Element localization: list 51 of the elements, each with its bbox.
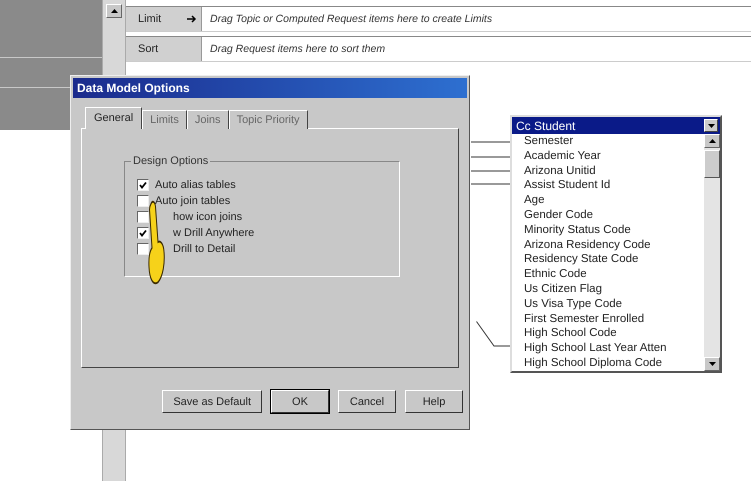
group-title: Design Options — [132, 155, 210, 167]
list-item[interactable]: High School Last Year Atten — [524, 341, 704, 356]
list-item[interactable]: Semester — [524, 134, 704, 149]
checkbox-label: how icon joins — [173, 210, 242, 222]
dropdown-arrow-icon — [708, 124, 714, 128]
dialog-button[interactable]: OK — [271, 390, 329, 413]
list-item[interactable]: High School Diploma Code — [524, 356, 704, 371]
connector-line — [476, 321, 510, 347]
checkbox[interactable] — [137, 242, 149, 254]
dialog-button[interactable]: Save as Default — [162, 390, 262, 413]
list-item[interactable]: Academic Year — [524, 148, 704, 164]
checkbox-label: Drill to Detail — [173, 242, 236, 254]
checkbox[interactable] — [137, 178, 149, 190]
list-item[interactable]: Age — [524, 193, 704, 208]
right-arrow-icon[interactable] — [187, 15, 197, 23]
list-item[interactable]: Arizona Residency Code — [524, 238, 704, 252]
row-label: Sort — [138, 43, 158, 55]
scroll-down-button[interactable] — [704, 357, 720, 371]
list-item[interactable]: First Semester Enrolled — [524, 312, 704, 326]
list-item[interactable]: Assist Student Id — [524, 178, 704, 194]
topic-title: Cc Student — [512, 117, 720, 134]
scroll-up-button[interactable] — [704, 134, 720, 148]
dialog-title: Data Model Options — [73, 78, 467, 98]
drop-zone[interactable]: Drag Request items here to sort them — [202, 37, 751, 61]
down-arrow-icon — [708, 362, 716, 366]
checkbox[interactable] — [137, 194, 149, 206]
checkbox-label: Auto alias tables — [155, 178, 236, 190]
checkbox-label: w Drill Anywhere — [173, 226, 254, 238]
row-label: Limit — [138, 13, 162, 25]
list-item[interactable]: Residency State Code — [524, 252, 704, 268]
scroll-up-button[interactable] — [106, 4, 122, 18]
drop-zone[interactable]: Drag Topic or Computed Request items here to create Limits — [202, 7, 751, 31]
list-item[interactable]: Ethnic Code — [524, 267, 704, 282]
tab[interactable]: General — [85, 107, 142, 129]
up-arrow-icon — [110, 9, 118, 13]
list-item[interactable]: Us Visa Type Code — [524, 296, 704, 312]
dialog-button[interactable]: Cancel — [338, 390, 396, 413]
list-item[interactable]: Arizona Unitid — [524, 164, 704, 178]
list-item[interactable]: Us Citizen Flag — [524, 282, 704, 297]
list-item[interactable]: Minority Status Code — [524, 222, 704, 238]
list-scrollbar[interactable] — [704, 134, 720, 371]
scroll-thumb[interactable] — [704, 150, 720, 178]
up-arrow-icon — [708, 139, 716, 143]
dropdown-button[interactable] — [704, 119, 718, 132]
list-item[interactable]: Gender Code — [524, 208, 704, 223]
checkbox-label: Auto join tables — [155, 194, 230, 206]
list-item[interactable]: High School Code — [524, 326, 704, 342]
checkbox[interactable] — [137, 210, 149, 222]
checkbox[interactable] — [137, 226, 149, 238]
connector-lines-drawing — [471, 141, 510, 186]
dialog-button[interactable]: Help — [405, 390, 463, 413]
